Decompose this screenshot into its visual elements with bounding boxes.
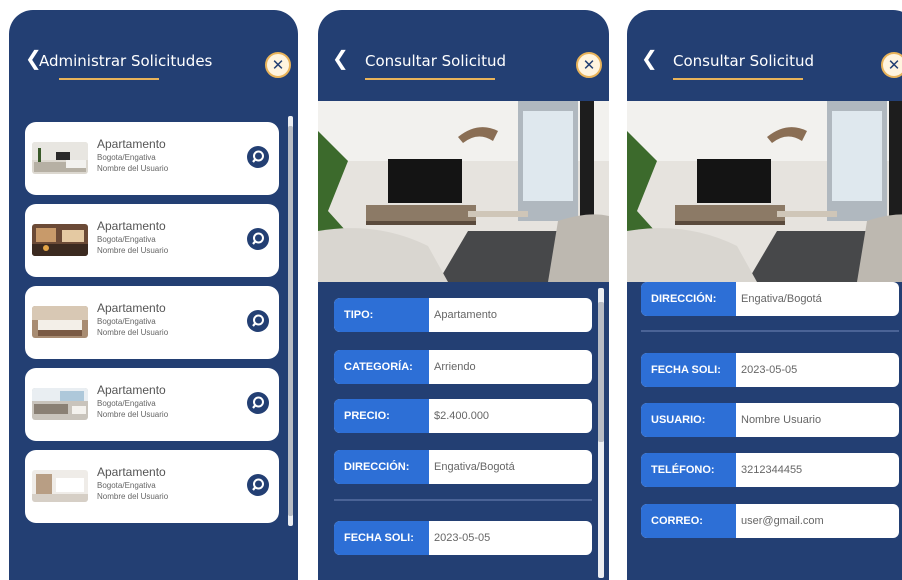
header: ❮ Consultar Solicitud ✕ [318, 10, 609, 101]
scrollbar-thumb[interactable] [288, 126, 293, 516]
thumbnail-image [32, 306, 88, 338]
screen-consultar-solicitud: ❮ Consultar Solicitud ✕ TIPO: Apartament… [318, 10, 609, 580]
item-user: Nombre del Usuario [97, 164, 169, 173]
item-type: Apartamento [97, 301, 166, 315]
item-user: Nombre del Usuario [97, 410, 169, 419]
scrollbar-thumb[interactable] [598, 302, 604, 442]
scrollbar[interactable] [288, 116, 293, 526]
item-location: Bogota/Engativa [97, 481, 156, 490]
page-title: Consultar Solicitud [673, 52, 815, 70]
field-fecha-soli: FECHA SOLI: 2023-05-05 [641, 353, 899, 387]
back-chevron-icon[interactable]: ❮ [332, 48, 349, 68]
field-label: USUARIO: [641, 403, 736, 437]
title-underline [59, 78, 159, 80]
page-title: Consultar Solicitud [365, 52, 507, 70]
field-value: Nombre Usuario [741, 414, 822, 426]
property-photo [318, 101, 609, 282]
field-label: TIPO: [334, 298, 429, 332]
header: ❮ Consultar Solicitud ✕ [627, 10, 902, 101]
thumbnail-image [32, 142, 88, 174]
page-title: Administrar Solicitudes [39, 52, 213, 70]
field-value: 2023-05-05 [741, 364, 798, 376]
item-user: Nombre del Usuario [97, 246, 169, 255]
field-value: Engativa/Bogotá [741, 293, 822, 305]
search-icon[interactable] [247, 474, 269, 496]
thumbnail-image [32, 388, 88, 420]
field-label: CATEGORÍA: [334, 350, 429, 384]
field-value: Engativa/Bogotá [434, 461, 515, 473]
item-location: Bogota/Engativa [97, 317, 156, 326]
caption-fragment [10, 0, 430, 6]
field-value: 2023-05-05 [434, 532, 491, 544]
search-icon[interactable] [247, 228, 269, 250]
field-value: user@gmail.com [741, 515, 824, 527]
field-fecha-soli: FECHA SOLI: 2023-05-05 [334, 521, 592, 555]
field-value: Apartamento [434, 309, 497, 321]
divider [641, 330, 899, 332]
list-item[interactable]: Apartamento Bogota/Engativa Nombre del U… [25, 122, 279, 195]
item-location: Bogota/Engativa [97, 235, 156, 244]
field-direccion: DIRECCIÓN: Engativa/Bogotá [641, 282, 899, 316]
item-type: Apartamento [97, 465, 166, 479]
title-underline [365, 78, 495, 80]
item-type: Apartamento [97, 383, 166, 397]
header: ❮ Administrar Solicitudes ✕ [9, 10, 298, 101]
field-tipo: TIPO: Apartamento [334, 298, 592, 332]
list-item[interactable]: Apartamento Bogota/Engativa Nombre del U… [25, 368, 279, 441]
item-location: Bogota/Engativa [97, 399, 156, 408]
title-underline [673, 78, 803, 80]
item-user: Nombre del Usuario [97, 492, 169, 501]
field-label: DIRECCIÓN: [334, 450, 429, 484]
search-icon[interactable] [247, 392, 269, 414]
list-item[interactable]: Apartamento Bogota/Engativa Nombre del U… [25, 450, 279, 523]
item-type: Apartamento [97, 219, 166, 233]
field-value: $2.400.000 [434, 410, 490, 422]
field-direccion: DIRECCIÓN: Engativa/Bogotá [334, 450, 592, 484]
scrollbar[interactable] [598, 288, 604, 578]
close-icon[interactable]: ✕ [265, 52, 291, 78]
field-label: FECHA SOLI: [334, 521, 429, 555]
field-value: Arriendo [434, 361, 476, 373]
search-icon[interactable] [247, 310, 269, 332]
field-precio: PRECIO: $2.400.000 [334, 399, 592, 433]
list-item[interactable]: Apartamento Bogota/Engativa Nombre del U… [25, 204, 279, 277]
search-icon[interactable] [247, 146, 269, 168]
list-item[interactable]: Apartamento Bogota/Engativa Nombre del U… [25, 286, 279, 359]
field-usuario: USUARIO: Nombre Usuario [641, 403, 899, 437]
screen-consultar-solicitud-scrolled: ❮ Consultar Solicitud ✕ DIRECCIÓN: Engat… [627, 10, 902, 580]
close-icon[interactable]: ✕ [576, 52, 602, 78]
field-label: FECHA SOLI: [641, 353, 736, 387]
field-value: 3212344455 [741, 464, 803, 476]
field-label: DIRECCIÓN: [641, 282, 736, 316]
field-categoria: CATEGORÍA: Arriendo [334, 350, 592, 384]
back-chevron-icon[interactable]: ❮ [641, 48, 658, 68]
screen-administrar-solicitudes: ❮ Administrar Solicitudes ✕ Apartamento … [9, 10, 298, 580]
item-location: Bogota/Engativa [97, 153, 156, 162]
field-correo: CORREO: user@gmail.com [641, 504, 899, 538]
divider [334, 499, 592, 501]
field-label: TELÉFONO: [641, 453, 736, 487]
field-label: PRECIO: [334, 399, 429, 433]
close-icon[interactable]: ✕ [881, 52, 902, 78]
field-label: CORREO: [641, 504, 736, 538]
property-photo [627, 101, 902, 282]
thumbnail-image [32, 224, 88, 256]
item-type: Apartamento [97, 137, 166, 151]
thumbnail-image [32, 470, 88, 502]
field-telefono: TELÉFONO: 3212344455 [641, 453, 899, 487]
item-user: Nombre del Usuario [97, 328, 169, 337]
